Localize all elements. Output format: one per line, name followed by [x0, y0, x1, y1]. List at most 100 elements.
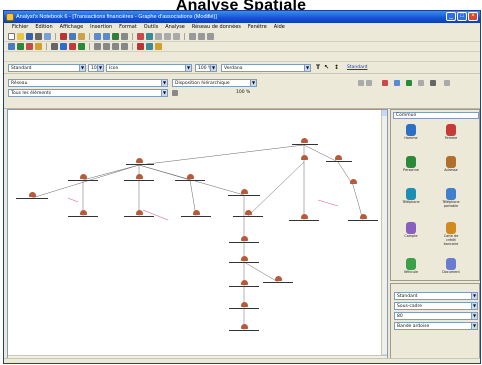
chart-icon[interactable]: [406, 80, 412, 86]
graph-node[interactable]: [136, 174, 143, 179]
graph-node[interactable]: [301, 138, 308, 143]
arrange-icon[interactable]: [164, 33, 171, 40]
font-select[interactable]: Verdana ▼: [221, 64, 311, 72]
menu-help[interactable]: Aide: [274, 23, 285, 32]
menu-file[interactable]: Fichier: [12, 23, 28, 32]
graph-node[interactable]: [360, 214, 367, 219]
minimize-button[interactable]: _: [446, 12, 456, 21]
graph-node[interactable]: [350, 179, 357, 184]
filter-icon[interactable]: [382, 80, 388, 86]
cut-icon[interactable]: [60, 33, 67, 40]
property-frame-select[interactable]: Sous-cadre ▼: [394, 302, 478, 310]
property-size-select[interactable]: 80 ▼: [394, 312, 478, 320]
delete-icon[interactable]: [26, 43, 33, 50]
graph-node[interactable]: [136, 158, 143, 163]
graph-node[interactable]: [241, 256, 248, 261]
italic-icon[interactable]: [198, 33, 205, 40]
menu-edit[interactable]: Edition: [35, 23, 52, 32]
palette-category-select[interactable]: Commun: [393, 112, 479, 119]
font-color-icon[interactable]: [60, 43, 67, 50]
graph-node[interactable]: [241, 236, 248, 241]
underline-icon[interactable]: [207, 33, 214, 40]
menu-insert[interactable]: Insertion: [90, 23, 112, 32]
graph-node[interactable]: [80, 174, 87, 179]
property-band-select[interactable]: Bande ardoise ▼: [394, 322, 478, 330]
palette-item-person[interactable]: Personne: [399, 156, 423, 172]
menu-analysis[interactable]: Analyse: [165, 23, 185, 32]
menu-tools[interactable]: Outils: [144, 23, 158, 32]
fill-color-icon[interactable]: [78, 43, 85, 50]
layout-select[interactable]: Réseau ▼: [8, 79, 168, 87]
fit-icon[interactable]: [112, 33, 119, 40]
canvas-vertical-scrollbar[interactable]: [381, 110, 387, 360]
expand-icon[interactable]: [172, 90, 178, 96]
menu-datanet[interactable]: Réseau de données: [192, 23, 241, 32]
link-icon[interactable]: [137, 33, 144, 40]
palette-item-man[interactable]: Homme: [399, 124, 423, 140]
graph-node[interactable]: [241, 189, 248, 194]
line-color-icon[interactable]: [69, 43, 76, 50]
entity-icon[interactable]: [146, 33, 153, 40]
flag-icon[interactable]: [137, 43, 144, 50]
size-select[interactable]: 10 ▼: [88, 64, 104, 72]
forward-arrow-icon[interactable]: [366, 80, 372, 86]
graph-node[interactable]: [80, 210, 87, 215]
new-icon[interactable]: [8, 33, 15, 40]
close-button[interactable]: ×: [468, 12, 478, 21]
align-icon[interactable]: [173, 33, 180, 40]
list-icon[interactable]: [418, 80, 424, 86]
menu-format[interactable]: Format: [119, 23, 137, 32]
line-style-button[interactable]: ↖: [324, 64, 329, 72]
icon-style-select[interactable]: Icon ▼: [106, 64, 192, 72]
paste-icon[interactable]: [78, 33, 85, 40]
palette-item-address[interactable]: Adresse: [439, 156, 463, 172]
arrow-icon[interactable]: [51, 43, 58, 50]
palette-item-phone[interactable]: Téléphone: [399, 188, 423, 204]
print-icon[interactable]: [430, 80, 436, 86]
bold-icon[interactable]: [189, 33, 196, 40]
graph-node[interactable]: [241, 324, 248, 329]
tools-icon[interactable]: [155, 43, 162, 50]
graph-node[interactable]: [241, 302, 248, 307]
highlight-icon[interactable]: [35, 43, 42, 50]
grid-icon[interactable]: [121, 33, 128, 40]
graph-node[interactable]: [301, 214, 308, 219]
save-icon[interactable]: [26, 33, 33, 40]
ungroup-icon[interactable]: [121, 43, 128, 50]
style-select[interactable]: Standard ▼: [8, 64, 86, 72]
zoom-select[interactable]: 100 % ▼: [195, 64, 217, 72]
options-icon[interactable]: [444, 80, 450, 86]
palette-item-mobile[interactable]: Téléphone portable: [439, 188, 463, 208]
menu-window[interactable]: Fenêtre: [248, 23, 267, 32]
group-icon[interactable]: [112, 43, 119, 50]
menu-view[interactable]: Affichage: [60, 23, 84, 32]
forward-icon[interactable]: [103, 43, 110, 50]
palette-item-document[interactable]: Document: [439, 258, 463, 274]
network-icon[interactable]: [146, 43, 153, 50]
property-style-select[interactable]: Standard ▼: [394, 292, 478, 300]
open-icon[interactable]: [17, 33, 24, 40]
preview-icon[interactable]: [44, 33, 51, 40]
palette-item-woman[interactable]: Femme: [439, 124, 463, 140]
graph-node[interactable]: [187, 174, 194, 179]
chart-canvas[interactable]: [7, 109, 388, 361]
back-arrow-icon[interactable]: [358, 80, 364, 86]
palette-item-account[interactable]: Compte: [399, 222, 423, 238]
search-icon[interactable]: [394, 80, 400, 86]
zoom-out-icon[interactable]: [103, 33, 110, 40]
graph-node[interactable]: [241, 280, 248, 285]
palette-item-credit-card[interactable]: Carte de crédit bancaire: [439, 222, 463, 246]
text-format-button[interactable]: T: [316, 64, 320, 72]
copy-icon[interactable]: [69, 33, 76, 40]
graph-node[interactable]: [301, 155, 308, 160]
graph-node[interactable]: [193, 210, 200, 215]
refresh-icon[interactable]: [17, 43, 24, 50]
back-icon[interactable]: [94, 43, 101, 50]
font-size-button[interactable]: ↕: [334, 64, 339, 72]
print-icon[interactable]: [35, 33, 42, 40]
graph-node[interactable]: [245, 210, 252, 215]
palette-item-vehicle[interactable]: Véhicule: [399, 258, 423, 274]
filter-select[interactable]: Tous les éléments ▼: [8, 89, 168, 97]
graph-node[interactable]: [136, 210, 143, 215]
maximize-button[interactable]: □: [457, 12, 467, 21]
